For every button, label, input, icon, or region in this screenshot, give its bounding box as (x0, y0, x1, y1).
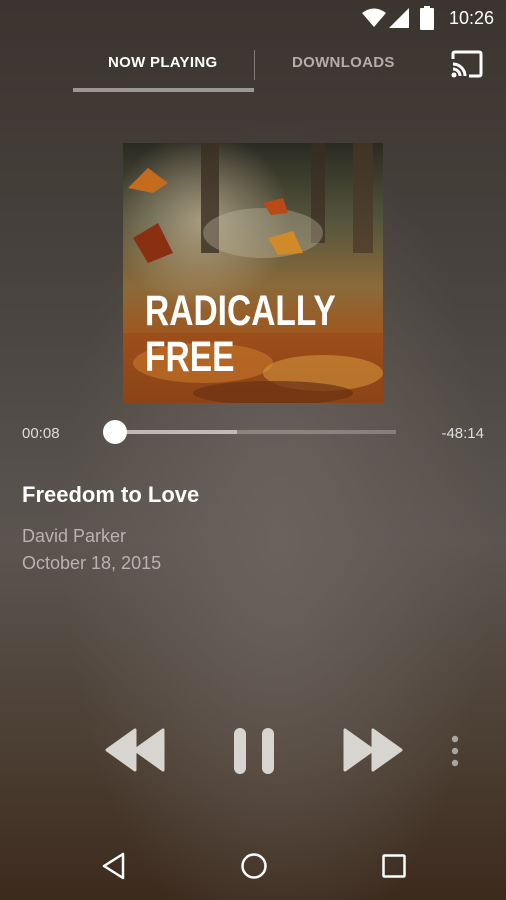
cellular-icon (389, 8, 409, 28)
pause-icon[interactable] (234, 728, 274, 774)
speaker-name: David Parker (22, 526, 127, 546)
tab-now-playing[interactable]: NOW PLAYING (108, 54, 217, 71)
tab-indicator (73, 88, 254, 92)
rewind-icon[interactable] (105, 728, 167, 772)
remaining-time: -48:14 (441, 425, 484, 442)
wifi-icon (362, 8, 386, 27)
buffered-progress (112, 430, 237, 434)
episode-title: Freedom to Love (22, 482, 200, 507)
episode-date: October 18, 2015 (22, 553, 162, 573)
tab-bar: NOW PLAYING DOWNLOADS (0, 40, 506, 96)
elapsed-time: 00:08 (22, 425, 60, 442)
tab-downloads[interactable]: DOWNLOADS (292, 54, 395, 71)
clock: 10:26 (448, 8, 494, 28)
album-art: RADICALLY FREE (123, 143, 383, 403)
seek-thumb[interactable] (102, 420, 127, 444)
seek-bar[interactable] (112, 430, 396, 434)
tab-divider (254, 50, 255, 80)
more-vert-icon[interactable] (450, 735, 460, 767)
back-icon[interactable] (102, 852, 126, 880)
status-bar: 10:26 (0, 0, 506, 36)
home-icon[interactable] (240, 852, 268, 880)
cast-icon[interactable] (450, 50, 484, 78)
fast-forward-icon[interactable] (341, 728, 403, 772)
recent-apps-icon[interactable] (382, 854, 406, 878)
battery-icon (420, 6, 434, 30)
album-title-text: RADICALLY FREE (145, 287, 336, 381)
